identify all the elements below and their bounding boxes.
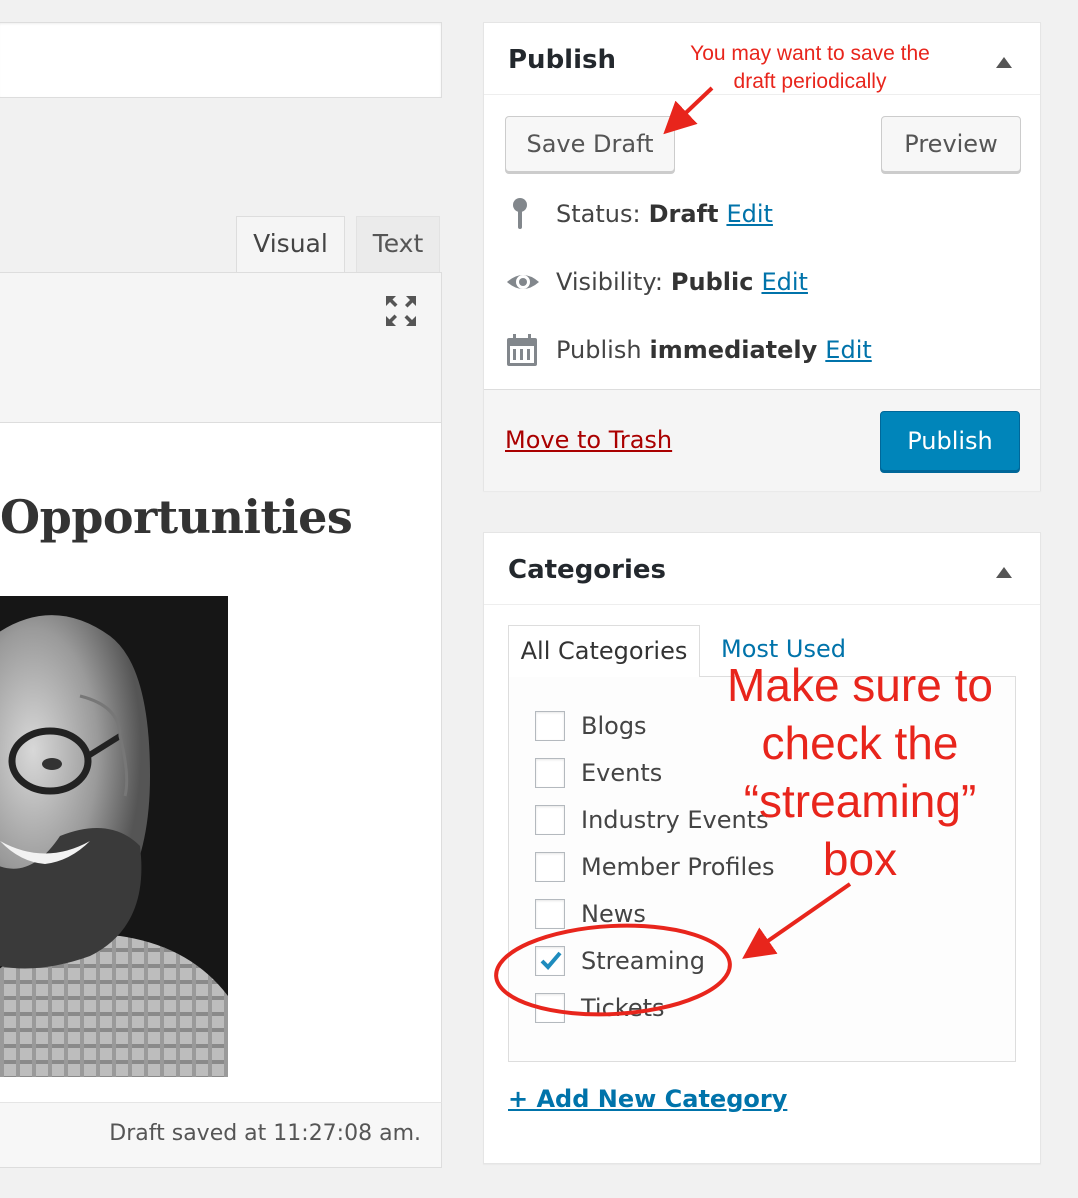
- category-label: Streaming: [581, 947, 705, 975]
- status-label: Status:: [556, 200, 641, 228]
- category-checkbox[interactable]: [535, 852, 565, 882]
- category-checkbox[interactable]: [535, 711, 565, 741]
- save-draft-button[interactable]: Save Draft: [505, 116, 675, 172]
- save-draft-annotation: You may want to save the draft periodica…: [660, 40, 960, 96]
- collapse-arrow-icon[interactable]: [996, 567, 1012, 578]
- post-heading: Opportunities: [0, 490, 353, 544]
- category-item-events[interactable]: Events: [535, 758, 662, 788]
- category-item-blogs[interactable]: Blogs: [535, 711, 647, 741]
- category-checkbox[interactable]: [535, 758, 565, 788]
- publish-button[interactable]: Publish: [880, 411, 1020, 471]
- fullscreen-icon[interactable]: [384, 294, 418, 328]
- publish-actions: Move to Trash Publish: [484, 389, 1040, 491]
- category-label: Tickets: [581, 994, 665, 1022]
- schedule-row: Publish immediately Edit: [506, 333, 872, 367]
- move-to-trash-link[interactable]: Move to Trash: [505, 426, 672, 454]
- schedule-label: Publish: [556, 336, 642, 364]
- annotation-line: You may want to save the: [690, 42, 930, 65]
- category-item-tickets[interactable]: Tickets: [535, 993, 665, 1023]
- category-checkbox-checked[interactable]: [535, 946, 565, 976]
- tab-all-categories[interactable]: All Categories: [508, 625, 700, 677]
- categories-box-title: Categories: [508, 555, 667, 585]
- collapse-arrow-icon[interactable]: [996, 57, 1012, 68]
- post-title-input[interactable]: [0, 22, 442, 98]
- visibility-label: Visibility:: [556, 268, 663, 296]
- annotation-line: “streaming”: [743, 775, 977, 827]
- visibility-row: Visibility: Public Edit: [506, 265, 808, 299]
- author-photo: [0, 596, 228, 1077]
- status-value: Draft: [648, 200, 719, 228]
- category-checkbox[interactable]: [535, 899, 565, 929]
- annotation-line: Make sure to: [727, 659, 993, 711]
- edit-status-link[interactable]: Edit: [726, 200, 772, 228]
- editor-toolbar: [0, 272, 442, 423]
- status-row: Status: Draft Edit: [506, 197, 773, 231]
- category-label: Blogs: [581, 712, 647, 740]
- streaming-annotation: Make sure to check the “streaming” box: [700, 656, 1020, 888]
- categories-box-header[interactable]: Categories: [484, 533, 1040, 605]
- draft-saved-status: Draft saved at 11:27:08 am.: [109, 1121, 421, 1146]
- visibility-value: Public: [670, 268, 754, 296]
- category-label: Events: [581, 759, 663, 787]
- category-checkbox[interactable]: [535, 993, 565, 1023]
- edit-schedule-link[interactable]: Edit: [825, 336, 871, 364]
- preview-button[interactable]: Preview: [881, 116, 1021, 172]
- annotation-line: draft periodically: [733, 70, 887, 93]
- category-item-streaming[interactable]: Streaming: [535, 946, 705, 976]
- editor-status-bar: Draft saved at 11:27:08 am.: [0, 1102, 442, 1168]
- calendar-icon: [506, 333, 538, 367]
- publish-box-title: Publish: [508, 45, 616, 75]
- tab-visual[interactable]: Visual: [236, 216, 345, 272]
- checkmark-icon: [540, 951, 562, 970]
- tab-text[interactable]: Text: [356, 216, 440, 272]
- category-checkbox[interactable]: [535, 805, 565, 835]
- category-item-news[interactable]: News: [535, 899, 646, 929]
- annotation-line: box: [822, 833, 898, 885]
- category-label: News: [581, 900, 646, 928]
- eye-icon: [506, 265, 539, 299]
- edit-visibility-link[interactable]: Edit: [761, 268, 807, 296]
- add-new-category-link[interactable]: + Add New Category: [508, 1085, 787, 1113]
- schedule-value: immediately: [649, 336, 818, 364]
- annotation-line: check the: [761, 717, 959, 769]
- pin-icon: [506, 197, 538, 231]
